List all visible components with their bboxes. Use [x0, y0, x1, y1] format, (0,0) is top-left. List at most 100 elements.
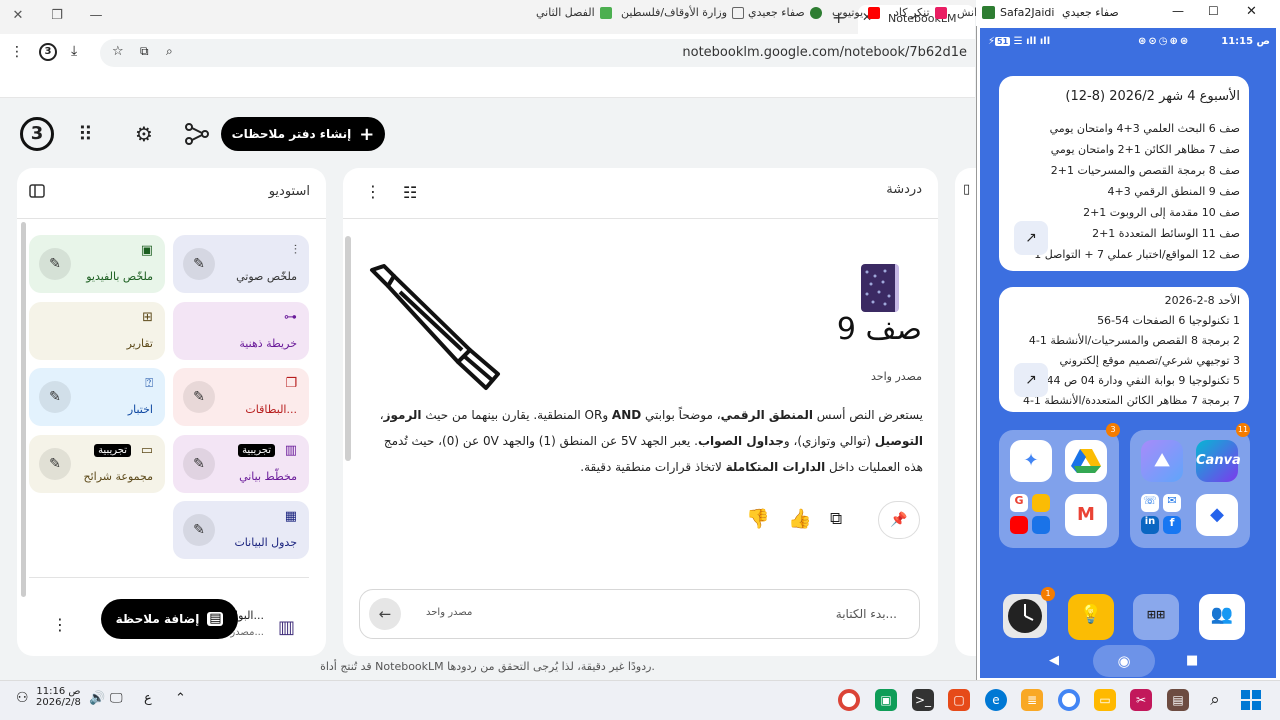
download-icon[interactable]: ⤓: [71, 43, 77, 59]
tile-reports[interactable]: ⊞ تقارير: [29, 302, 165, 360]
open-external-icon[interactable]: ↗: [1014, 221, 1048, 255]
chat-scrollbar[interactable]: [345, 236, 351, 461]
gallery-icon[interactable]: ⛰: [1141, 440, 1183, 482]
chevron-up-icon[interactable]: ⌃: [175, 691, 186, 706]
more-options-icon[interactable]: ⋮: [52, 615, 68, 634]
notes-app-icon[interactable]: ≣: [1021, 689, 1043, 711]
edit-pencil-icon[interactable]: ✎: [183, 248, 215, 280]
edit-pencil-icon[interactable]: ✎: [183, 448, 215, 480]
bookmark-item[interactable]: صفاء جعيدي: [748, 6, 822, 19]
tile-slide-deck[interactable]: ▭ تجريبية مجموعة شرائح ✎: [29, 435, 165, 493]
google-drive-icon[interactable]: [1065, 440, 1107, 482]
tune-settings-icon[interactable]: ☷: [403, 183, 417, 202]
pin-icon[interactable]: 📌: [878, 501, 920, 539]
snipping-tool-icon[interactable]: ✂: [1130, 689, 1152, 711]
summary-fragment: OR: [584, 408, 603, 422]
add-note-button[interactable]: إضافة ملاحظة ▤: [101, 599, 238, 639]
zoom-icon[interactable]: ⌕: [166, 44, 173, 59]
settings-gear-icon[interactable]: ⚙: [135, 122, 153, 146]
presentation-app-icon[interactable]: ▢: [948, 689, 970, 711]
extension-logo-icon[interactable]: 3: [39, 43, 57, 61]
schedule-widget-week[interactable]: الأسبوع 4 شهر 2026/2 (8-12) صف 6 البحث ا…: [999, 76, 1249, 271]
tasks-icon[interactable]: ◆: [1196, 494, 1238, 536]
keep-notes-icon[interactable]: 💡: [1068, 594, 1114, 640]
home-nav-icon[interactable]: ◉: [1093, 645, 1155, 677]
phone-link-icon[interactable]: ▣: [875, 689, 897, 711]
recents-nav-icon[interactable]: ■: [1186, 653, 1198, 668]
address-bar[interactable]: ☆ ⧉ ⌕ notebooklm.google.com/notebook/7b6…: [100, 39, 975, 67]
network-icon[interactable]: 🖵: [110, 691, 123, 706]
edit-pencil-icon[interactable]: ✎: [39, 248, 71, 280]
tile-data-table[interactable]: ▦ جدول البيانات ✎: [173, 501, 309, 559]
mini-app-grid[interactable]: ☏ ✉ in f: [1141, 494, 1183, 536]
bookmark-item[interactable]: يوتيوب: [832, 6, 881, 19]
bookmark-item[interactable]: وزارة الأوقاف/فلسطين: [621, 6, 745, 19]
studio-scrollbar[interactable]: [21, 222, 26, 597]
plus-icon: +: [359, 123, 375, 145]
chat-input-source-count: مصدر واحد: [426, 607, 473, 618]
teams-icon[interactable]: 👥: [1199, 594, 1245, 640]
menu-icon[interactable]: ⋮: [10, 44, 24, 60]
canva-icon[interactable]: Canva: [1196, 440, 1241, 482]
gemini-icon[interactable]: ✦: [1010, 440, 1052, 482]
app-logo[interactable]: 3: [20, 117, 54, 151]
tile-flashcards[interactable]: ❐ البطاقات... ✎: [173, 368, 309, 426]
collapse-panel-icon[interactable]: [29, 183, 45, 202]
app-folder-tools[interactable]: ⛰ Canva ☏ ✉ in f ◆: [1130, 430, 1250, 548]
summary-fragment: و: [602, 408, 612, 422]
maximize-icon[interactable]: ☐: [1208, 4, 1219, 18]
volume-icon[interactable]: 🔊: [89, 691, 105, 706]
create-notebook-button[interactable]: إنشاء دفتر ملاحظات +: [221, 117, 385, 151]
file-explorer-icon[interactable]: ▭: [1094, 689, 1116, 711]
back-nav-icon[interactable]: ◀: [1049, 653, 1059, 668]
bookmark-item[interactable]: تنكر كاد: [894, 6, 947, 19]
bookmark-item[interactable]: الفصل الثاني: [536, 6, 612, 19]
edit-pencil-icon[interactable]: ✎: [183, 381, 215, 413]
taskbar-clock[interactable]: 11:16 ص 2026/2/8: [36, 686, 81, 708]
apps-grid-icon[interactable]: ⠿: [78, 122, 93, 146]
edit-pencil-icon[interactable]: ✎: [39, 381, 71, 413]
install-app-icon[interactable]: ⧉: [140, 44, 149, 59]
close-window-icon[interactable]: ✕: [8, 8, 28, 26]
thumbs-down-icon[interactable]: 👎: [746, 507, 770, 530]
mini-app-grid[interactable]: G: [1010, 494, 1052, 536]
chat-more-icon[interactable]: ⋮: [365, 182, 381, 201]
star-icon[interactable]: ☆: [112, 44, 124, 59]
notepad-icon[interactable]: ▤: [1167, 689, 1189, 711]
chat-input-box[interactable]: بدء الكتابة... مصدر واحد ←: [359, 589, 920, 639]
tile-video-overview[interactable]: ▣ ملخّص بالفيديو ✎: [29, 235, 165, 293]
schedule-widget-day[interactable]: الأحد 8-2-2026 1 تكنولوجيا 6 الصفحات 54-…: [999, 287, 1249, 412]
language-indicator[interactable]: ع: [144, 691, 152, 706]
edge-icon[interactable]: e: [985, 689, 1007, 711]
edit-pencil-icon[interactable]: ✎: [183, 514, 215, 546]
tile-mind-map[interactable]: ⊶ خريطة ذهنية: [173, 302, 309, 360]
chrome-icon[interactable]: [838, 689, 860, 711]
send-arrow-icon[interactable]: ←: [369, 598, 401, 630]
copy-icon[interactable]: ⧉: [830, 509, 842, 529]
restore-window-icon[interactable]: ❐: [47, 8, 67, 26]
summary-fragment: المنطقية. يقارن بينهما من حيث: [421, 408, 585, 422]
minimize-window-icon[interactable]: —: [86, 8, 106, 26]
windows-start-icon[interactable]: [1240, 689, 1262, 711]
bookmark-item[interactable]: انش: [957, 6, 977, 19]
sidebar-toggle-icon[interactable]: ▯: [963, 182, 970, 197]
gmail-icon[interactable]: M: [1065, 494, 1107, 536]
tile-quiz[interactable]: ⍰ اختبار ✎: [29, 368, 165, 426]
tile-audio-overview[interactable]: ⫶ ملخّص صوتي ✎: [173, 235, 309, 293]
terminal-icon[interactable]: >_: [912, 689, 934, 711]
open-external-icon[interactable]: ↗: [1014, 363, 1048, 397]
apps-folder-icon[interactable]: ⊞⊞: [1133, 594, 1179, 640]
edit-pencil-icon[interactable]: ✎: [39, 448, 71, 480]
app-folder-google[interactable]: ✦ G M: [999, 430, 1119, 548]
thumbs-up-icon[interactable]: 👍: [788, 507, 812, 530]
search-icon[interactable]: ⌕: [1204, 689, 1226, 711]
notebook-summary: يستعرض النص أسس المنطق الرقمي، موضحاً بو…: [378, 402, 923, 480]
chat-input-placeholder[interactable]: بدء الكتابة...: [836, 607, 897, 621]
minimize-icon[interactable]: —: [1172, 4, 1184, 18]
close-icon[interactable]: ✕: [1246, 4, 1257, 19]
share-icon[interactable]: [184, 121, 210, 150]
chrome-profile-icon[interactable]: [1058, 689, 1080, 711]
tile-infographic[interactable]: ▥ تجريبية مخطّط بياني ✎: [173, 435, 309, 493]
notification-bell-icon[interactable]: ⚇: [16, 690, 29, 706]
clock-app-icon[interactable]: [1003, 594, 1047, 638]
